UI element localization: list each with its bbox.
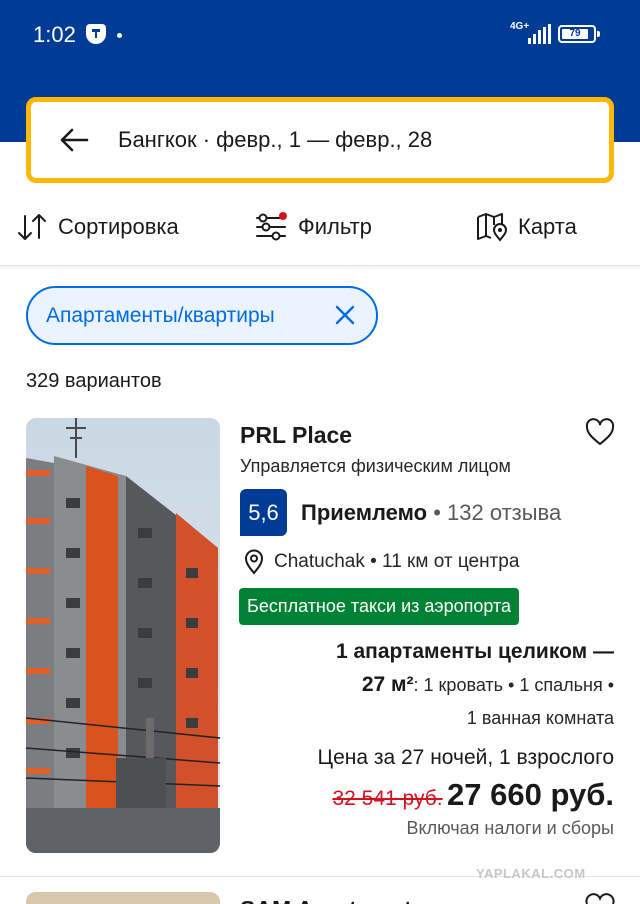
filter-button[interactable]: Фильтр [254,210,372,244]
filter-sliders-icon [256,212,287,241]
property-photo[interactable] [26,418,220,853]
building-image [26,418,220,853]
search-box[interactable]: Бангкок · февр., 1 — февр., 28 [26,97,614,183]
price-block: 32 541 руб. 27 660 руб. [332,777,614,813]
results-count: 329 вариантов [26,370,162,392]
heart-icon[interactable] [585,418,615,446]
unit-bathrooms: 1 ванная комната [466,708,614,728]
search-query[interactable]: Бангкок · февр., 1 — февр., 28 [118,127,432,153]
network-type: 4G+ [510,21,530,32]
map-icon [477,213,508,242]
review-separator: • [433,500,441,525]
results-toolbar: Сортировка Фильтр Карта [0,196,640,266]
watermark: YAPLAKAL.COM [476,866,586,881]
sort-button[interactable]: Сортировка [16,210,179,244]
old-price: 32 541 руб. [332,787,443,810]
signal-icon [528,24,552,44]
back-arrow-icon[interactable] [59,128,89,152]
price-period: Цена за 27 ночей, 1 взрослого [317,746,614,769]
sort-label: Сортировка [58,214,179,239]
rating-word: Приемлемо [301,500,428,525]
property-name[interactable]: PRL Place [240,422,352,449]
battery-level: 79 [562,29,588,39]
close-icon[interactable] [334,304,356,326]
map-button[interactable]: Карта [476,210,577,244]
host-type: Управляется физическим лицом [240,456,511,476]
heart-icon[interactable] [585,892,615,904]
current-price: 27 660 руб. [447,777,614,812]
next-property-name[interactable]: SAM Apartment [240,896,412,904]
review-summary: Приемлемо • 132 отзыва [301,500,561,526]
status-time: 1:02 [33,22,76,47]
filter-label: Фильтр [298,214,372,239]
location-text: Chatuchak • 11 км от центра [274,551,520,572]
location-pin-icon [244,549,264,575]
sort-icon [18,214,46,240]
unit-details: 27 м²: 1 кровать • 1 спальня • [362,673,614,697]
property-location: Chatuchak • 11 км от центра [244,548,519,576]
notification-dot-icon [117,33,122,38]
status-bar: 1:02 4G+ 79 [0,0,640,70]
review-count: 132 отзыва [447,500,562,525]
unit-beds: : 1 кровать • 1 спальня • [413,675,614,695]
review-score: 5,6 [240,489,287,536]
chip-label: Апартаменты/квартиры [46,303,275,327]
next-property-photo[interactable] [26,892,220,904]
map-label: Карта [518,214,577,239]
shield-icon [86,24,106,44]
unit-size: 27 м² [361,673,414,696]
free-taxi-badge: Бесплатное такси из аэропорта [239,588,520,625]
property-type-filter-chip[interactable]: Апартаменты/квартиры [26,286,378,345]
taxes-note: Включая налоги и сборы [406,818,614,838]
battery-icon: 79 [558,25,600,43]
unit-type: 1 апартаменты целиком — [335,640,614,663]
